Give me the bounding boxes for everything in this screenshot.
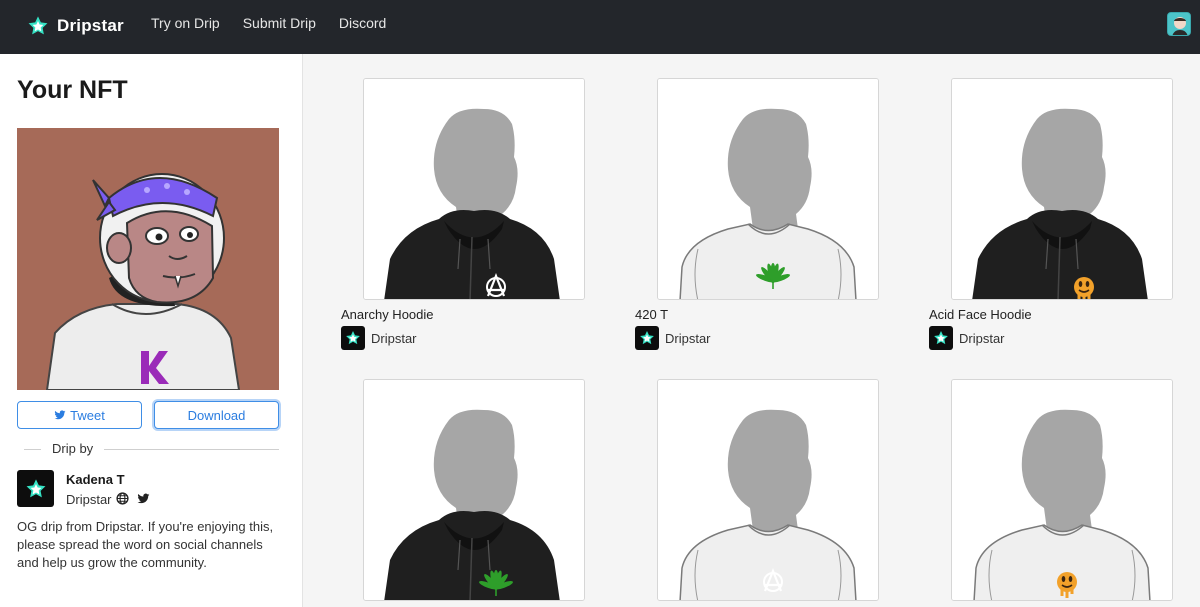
star-logo-icon (341, 326, 365, 350)
star-logo-icon (27, 15, 49, 37)
drip-card-title: 420 T (635, 307, 669, 322)
nav-link-submit-drip[interactable]: Submit Drip (243, 15, 316, 31)
nav-link-try-on-drip[interactable]: Try on Drip (151, 15, 220, 31)
divider-line (104, 449, 279, 450)
download-button[interactable]: Download (154, 401, 279, 429)
nav-links: Try on Drip Submit Drip Discord (151, 15, 409, 31)
drip-card-brand[interactable]: Dripstar (929, 326, 1005, 350)
divider-line (24, 449, 41, 450)
drip-card-brand-name: Dripstar (371, 330, 417, 346)
download-label: Download (187, 407, 246, 423)
tweet-label: Tweet (70, 407, 105, 423)
tweet-button[interactable]: Tweet (17, 401, 142, 429)
page-title: Your NFT (17, 76, 128, 104)
top-navbar: Dripstar Try on Drip Submit Drip Discord (0, 0, 1200, 54)
sidebar: Your NFT Tweet Download Drip by Kadena T… (0, 54, 303, 607)
creator-handle: Dripstar (66, 492, 112, 507)
drip-by-label: Drip by (52, 441, 94, 456)
drip-card-title: Acid Face Hoodie (929, 307, 1032, 322)
brand-name: Dripstar (57, 16, 124, 35)
creator-name: Kadena T (66, 472, 125, 487)
nft-preview-image (17, 128, 279, 390)
creator-logo[interactable] (17, 470, 54, 507)
drip-card-brand[interactable]: Dripstar (635, 326, 711, 350)
drip-card-brand-name: Dripstar (959, 330, 1005, 346)
drip-card-image[interactable] (951, 78, 1173, 300)
drip-card-image[interactable] (363, 379, 585, 601)
drip-card-image[interactable] (951, 379, 1173, 601)
star-logo-icon (929, 326, 953, 350)
star-logo-icon (635, 326, 659, 350)
drip-card-title: Anarchy Hoodie (341, 307, 434, 322)
globe-icon[interactable] (116, 492, 129, 505)
user-avatar[interactable] (1167, 12, 1191, 36)
drip-by-divider: Drip by (24, 441, 279, 457)
drip-description: OG drip from Dripstar. If you're enjoyin… (17, 519, 274, 570)
drip-card-image[interactable] (657, 379, 879, 601)
drip-card-brand[interactable]: Dripstar (341, 326, 417, 350)
drip-card-image[interactable] (363, 78, 585, 300)
brand-link[interactable]: Dripstar (27, 12, 124, 40)
drip-card-brand-name: Dripstar (665, 330, 711, 346)
nav-link-discord[interactable]: Discord (339, 15, 386, 31)
twitter-bird-icon (54, 409, 66, 421)
twitter-icon[interactable] (137, 492, 150, 505)
drip-card-image[interactable] (657, 78, 879, 300)
